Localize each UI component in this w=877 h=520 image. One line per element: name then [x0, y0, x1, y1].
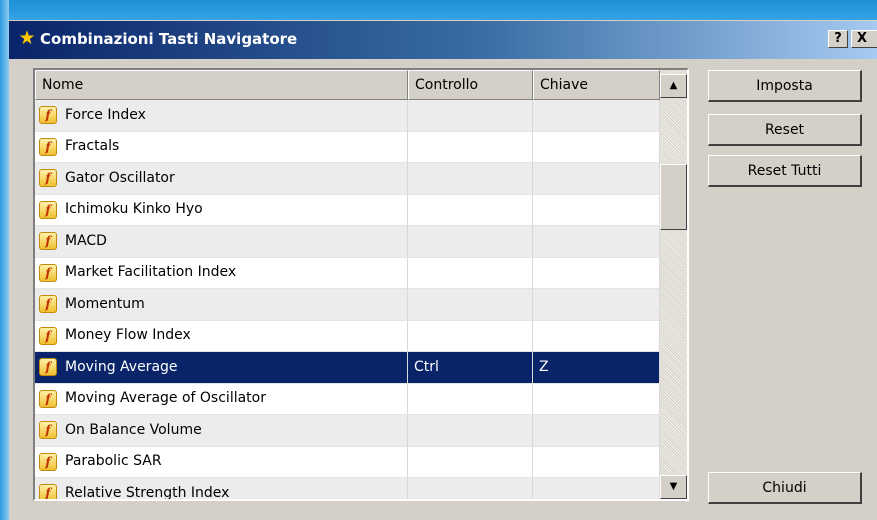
row-name-label: Force Index	[65, 106, 146, 123]
row-name-label: Money Flow Index	[65, 327, 191, 344]
row-name-cell: f On Balance Volume	[35, 415, 408, 447]
table-row[interactable]: f Moving Average of Oscillator	[35, 383, 660, 415]
indicator-function-icon: f	[39, 169, 57, 188]
column-header-chiave[interactable]: Chiave	[533, 70, 660, 100]
row-control-cell	[408, 100, 533, 132]
table-row[interactable]: f Market Facilitation Index	[35, 257, 660, 289]
row-name-label: On Balance Volume	[65, 421, 202, 438]
row-name-label: Relative Strength Index	[65, 484, 230, 501]
row-key-cell	[533, 163, 660, 195]
indicator-function-icon: f	[39, 263, 57, 282]
scroll-up-button[interactable]: ▲	[660, 74, 687, 98]
row-name-cell: f Gator Oscillator	[35, 163, 408, 195]
row-name-cell: f Money Flow Index	[35, 320, 408, 352]
row-name-label: Market Facilitation Index	[65, 264, 237, 281]
row-control-cell	[408, 320, 533, 352]
indicator-function-icon: f	[39, 295, 57, 314]
row-key-cell	[533, 383, 660, 415]
table-row[interactable]: f Gator Oscillator	[35, 163, 660, 195]
star-icon: ★	[18, 27, 36, 49]
chiudi-button[interactable]: Chiudi	[708, 472, 862, 504]
indicator-function-icon: f	[39, 137, 57, 156]
row-name-cell: f Relative Strength Index	[35, 478, 408, 501]
row-key-cell	[533, 226, 660, 258]
table-row[interactable]: f Money Flow Index	[35, 320, 660, 352]
row-name-cell: f Ichimoku Kinko Hyo	[35, 194, 408, 226]
row-control-cell	[408, 415, 533, 447]
row-control-cell	[408, 226, 533, 258]
indicator-function-icon: f	[39, 358, 57, 377]
indicator-function-icon: f	[39, 326, 57, 345]
hotkeys-table: Nome Controllo Chiave f Force Index f Fract…	[35, 70, 660, 501]
window-frame-left	[0, 0, 9, 520]
row-control-cell	[408, 383, 533, 415]
row-name-cell: f Momentum	[35, 289, 408, 321]
row-key-cell	[533, 446, 660, 478]
window-frame-top	[0, 0, 877, 20]
row-control-cell	[408, 289, 533, 321]
row-key-cell	[533, 131, 660, 163]
table-row[interactable]: f Force Index	[35, 100, 660, 132]
close-button[interactable]: X	[851, 30, 877, 48]
table-row[interactable]: f Parabolic SAR	[35, 446, 660, 478]
reset-all-button[interactable]: Reset Tutti	[708, 155, 862, 187]
hotkeys-list: Nome Controllo Chiave f Force Index f Fract…	[33, 68, 689, 501]
row-key-cell	[533, 320, 660, 352]
reset-button[interactable]: Reset	[708, 114, 862, 146]
row-name-label: Parabolic SAR	[65, 453, 162, 470]
row-name-cell: f Moving Average	[35, 352, 408, 384]
table-row[interactable]: f On Balance Volume	[35, 415, 660, 447]
row-name-label: Fractals	[65, 138, 120, 155]
row-control-cell	[408, 131, 533, 163]
row-key-cell	[533, 100, 660, 132]
table-row[interactable]: f MACD	[35, 226, 660, 258]
table-row[interactable]: f Momentum	[35, 289, 660, 321]
table-header: Nome Controllo Chiave	[35, 70, 660, 100]
column-header-nome[interactable]: Nome	[35, 70, 408, 100]
row-control-cell	[408, 257, 533, 289]
dialog-title: Combinazioni Tasti Navigatore	[40, 30, 298, 48]
row-name-label: Gator Oscillator	[65, 169, 175, 186]
row-name-cell: f MACD	[35, 226, 408, 258]
help-button[interactable]: ?	[828, 30, 848, 48]
row-control-cell	[408, 446, 533, 478]
table-row[interactable]: f Relative Strength Index	[35, 478, 660, 501]
row-control-cell	[408, 163, 533, 195]
indicator-function-icon: f	[39, 232, 57, 251]
row-key-cell	[533, 289, 660, 321]
indicator-function-icon: f	[39, 389, 57, 408]
row-key-cell: Z	[533, 352, 660, 384]
scroll-down-button[interactable]: ▼	[660, 475, 687, 499]
row-name-cell: f Parabolic SAR	[35, 446, 408, 478]
vertical-scrollbar[interactable]: ▲ ▼	[660, 70, 687, 499]
row-name-cell: f Force Index	[35, 100, 408, 132]
row-control-cell: Ctrl	[408, 352, 533, 384]
row-key-cell	[533, 257, 660, 289]
row-name-label: MACD	[65, 232, 107, 249]
indicator-function-icon: f	[39, 421, 57, 440]
row-key-cell	[533, 478, 660, 499]
row-key-cell	[533, 415, 660, 447]
indicator-function-icon: f	[39, 200, 57, 219]
table-body: f Force Index f Fractals f Gator Oscillator f I…	[35, 100, 660, 501]
column-header-controllo[interactable]: Controllo	[408, 70, 533, 100]
row-name-label: Ichimoku Kinko Hyo	[65, 201, 203, 218]
indicator-function-icon: f	[39, 106, 57, 125]
row-name-cell: f Moving Average of Oscillator	[35, 383, 408, 415]
row-control-cell	[408, 478, 533, 499]
table-row[interactable]: f Moving Average Ctrl Z	[35, 352, 660, 384]
row-control-cell	[408, 194, 533, 226]
row-name-cell: f Market Facilitation Index	[35, 257, 408, 289]
row-name-label: Moving Average of Oscillator	[65, 390, 266, 407]
row-key-cell	[533, 194, 660, 226]
row-name-label: Moving Average	[65, 358, 178, 375]
table-row[interactable]: f Ichimoku Kinko Hyo	[35, 194, 660, 226]
imposta-button[interactable]: Imposta	[708, 70, 862, 102]
indicator-function-icon: f	[39, 484, 57, 499]
table-row[interactable]: f Fractals	[35, 131, 660, 163]
scroll-thumb[interactable]	[660, 164, 687, 230]
row-name-label: Momentum	[65, 295, 145, 312]
row-name-cell: f Fractals	[35, 131, 408, 163]
indicator-function-icon: f	[39, 452, 57, 471]
